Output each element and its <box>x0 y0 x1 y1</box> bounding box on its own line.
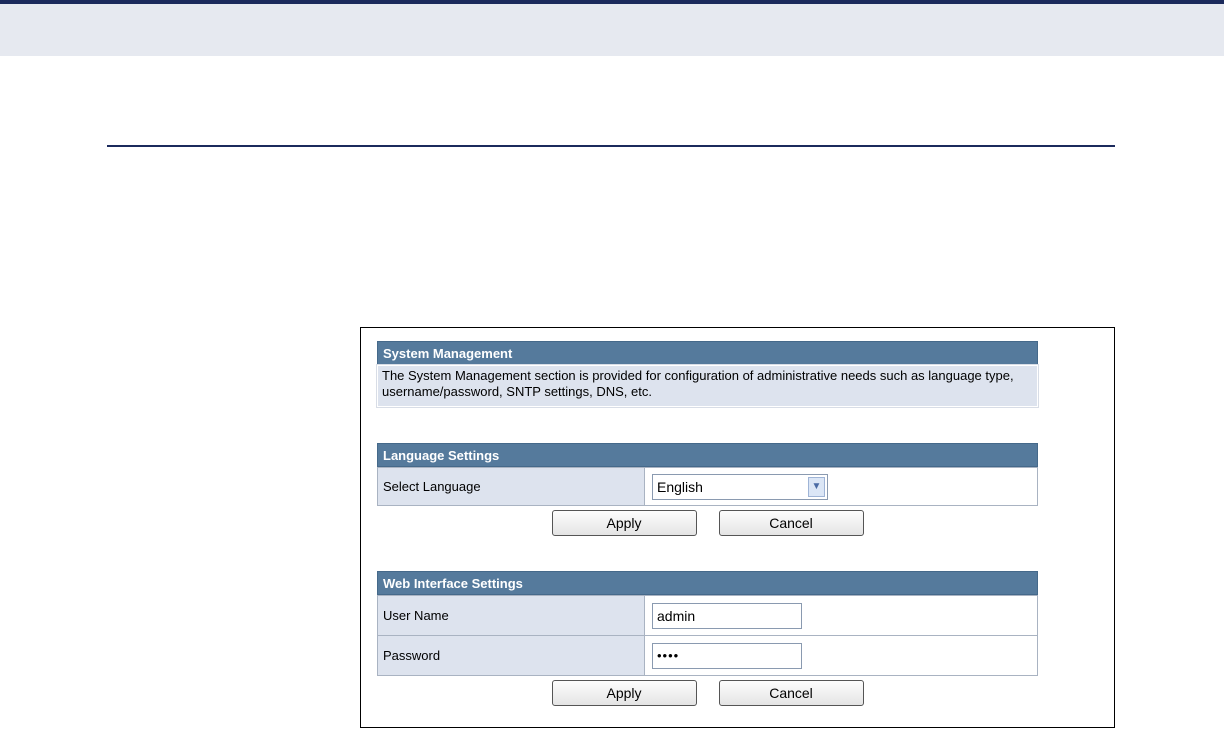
username-row: User Name admin <box>377 595 1038 636</box>
password-cell: •••• <box>644 635 1038 676</box>
language-button-row: Apply Cancel <box>377 506 1038 540</box>
screenshot-frame: System Management The System Management … <box>360 327 1115 728</box>
password-label: Password <box>377 635 645 676</box>
system-management-header: System Management <box>377 341 1038 365</box>
username-input[interactable]: admin <box>652 602 802 629</box>
language-cancel-button[interactable]: Cancel <box>718 510 864 536</box>
web-interface-settings-table: User Name admin Password •••• <box>377 595 1038 676</box>
language-settings-table: Select Language English ▼ <box>377 467 1038 506</box>
system-management-description: The System Management section is provide… <box>376 364 1039 408</box>
username-cell: admin <box>644 595 1038 636</box>
chevron-down-icon[interactable]: ▼ <box>808 476 825 497</box>
web-interface-button-row: Apply Cancel <box>377 676 1038 710</box>
web-interface-apply-button[interactable]: Apply <box>551 680 697 706</box>
language-settings-header: Language Settings <box>377 443 1038 467</box>
web-interface-settings-panel: Web Interface Settings User Name admin P… <box>377 571 1038 710</box>
top-banner <box>0 0 1224 56</box>
web-interface-cancel-button[interactable]: Cancel <box>718 680 864 706</box>
username-label: User Name <box>377 595 645 636</box>
select-language-label: Select Language <box>377 467 645 506</box>
password-row: Password •••• <box>377 635 1038 676</box>
section-divider <box>107 145 1115 147</box>
select-language-cell: English ▼ <box>644 467 1038 506</box>
language-apply-button[interactable]: Apply <box>551 510 697 536</box>
language-select-value: English <box>657 478 703 495</box>
language-select[interactable]: English ▼ <box>652 473 828 500</box>
select-language-row: Select Language English ▼ <box>377 467 1038 506</box>
system-management-panel: System Management The System Management … <box>376 341 1039 408</box>
web-interface-settings-header: Web Interface Settings <box>377 571 1038 595</box>
password-input[interactable]: •••• <box>652 642 802 669</box>
language-settings-panel: Language Settings Select Language Englis… <box>377 443 1038 540</box>
